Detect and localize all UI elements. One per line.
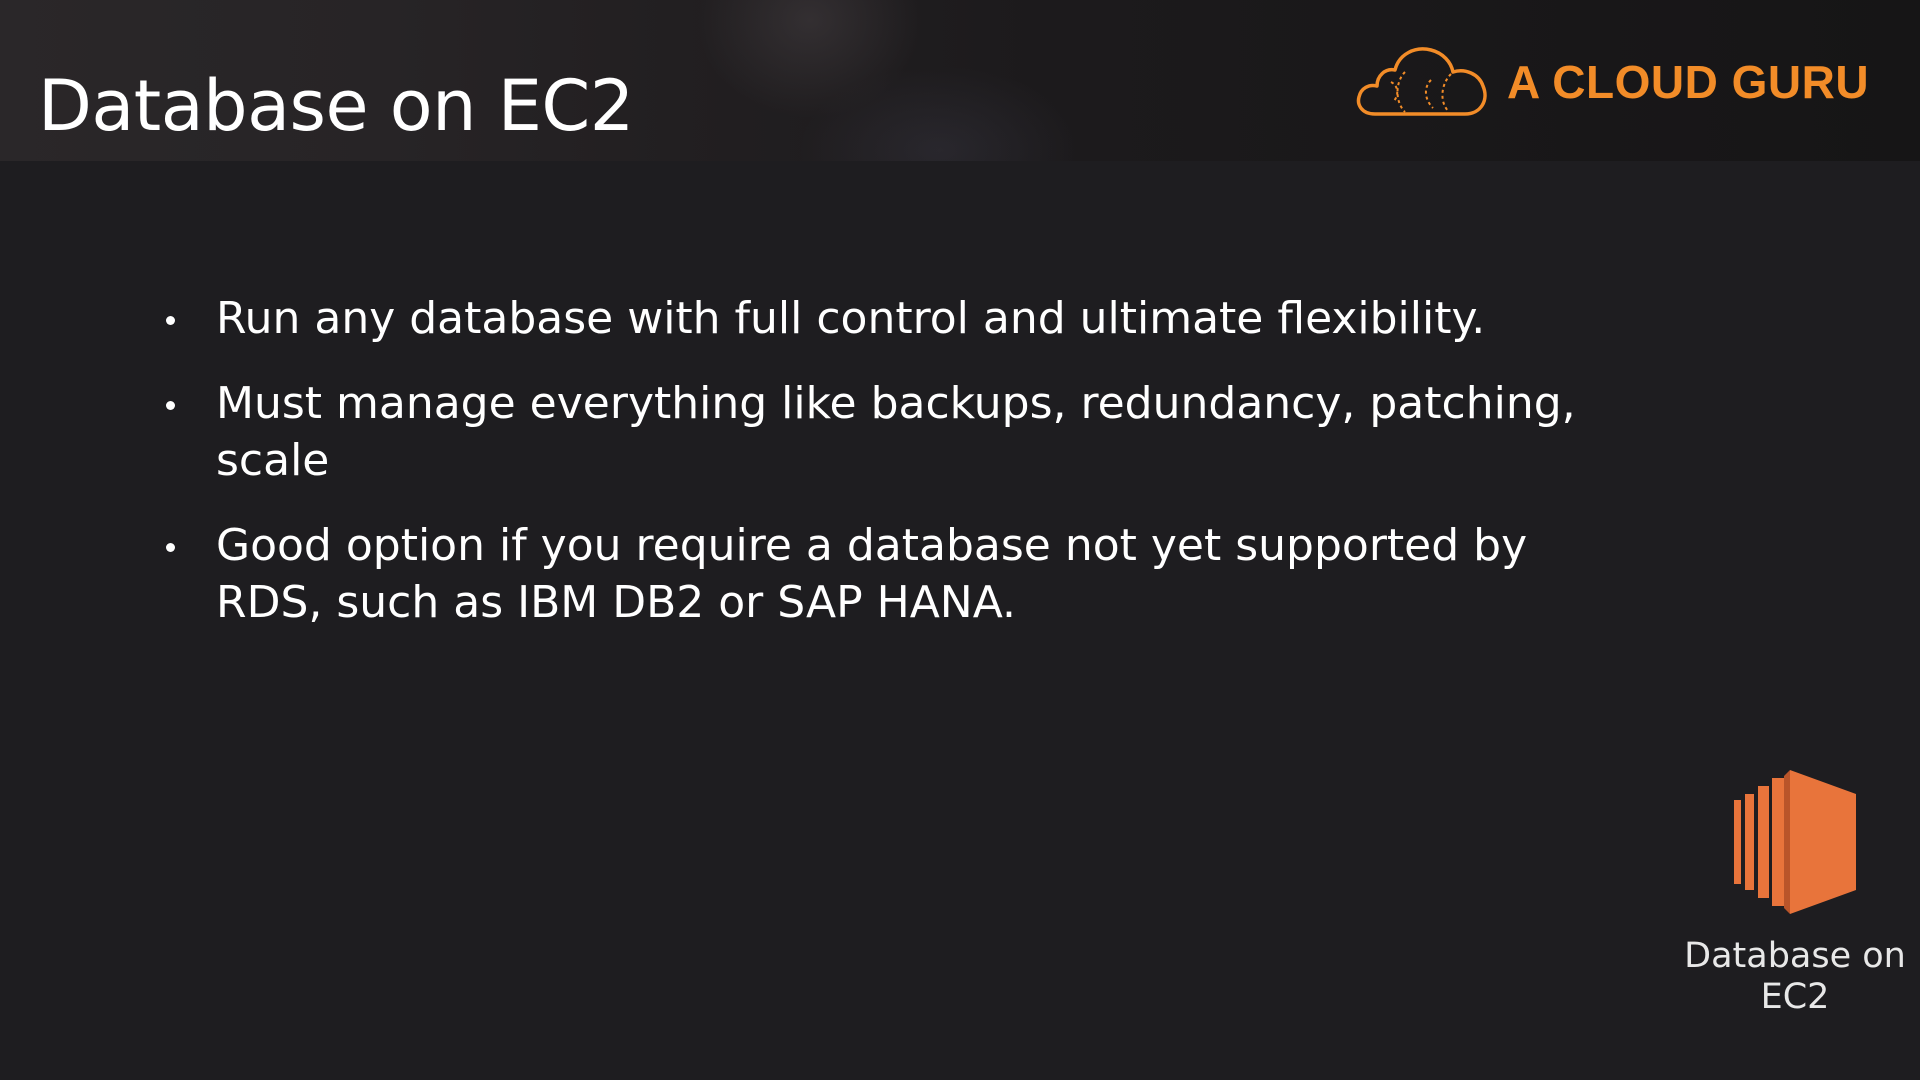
service-label: Database on EC2 <box>1684 936 1906 1017</box>
service-tile: Database on EC2 <box>1680 770 1910 1018</box>
bullet-dot-icon <box>166 401 175 410</box>
bullet-text: Run any database with full control and u… <box>216 293 1486 344</box>
bullet-text: Good option if you require a database no… <box>216 520 1528 628</box>
ec2-icon <box>1734 770 1856 914</box>
bullet-item: Good option if you require a database no… <box>160 517 1600 631</box>
slide: Database on EC2 A CLOUD GURU Run any dat… <box>0 0 1920 1080</box>
bullet-list: Run any database with full control and u… <box>160 290 1600 659</box>
slide-title: Database on EC2 <box>38 65 634 147</box>
bullet-text: Must manage everything like backups, red… <box>216 378 1576 486</box>
bullet-dot-icon <box>166 543 175 552</box>
bullet-dot-icon <box>166 316 175 325</box>
logo-text: A CLOUD GURU <box>1507 56 1870 108</box>
bullet-item: Run any database with full control and u… <box>160 290 1600 347</box>
header-bar: Database on EC2 A CLOUD GURU <box>0 0 1920 161</box>
presenter-video-background <box>560 0 1120 161</box>
bullet-item: Must manage everything like backups, red… <box>160 375 1600 489</box>
a-cloud-guru-logo: A CLOUD GURU <box>1355 38 1869 126</box>
cloud-icon <box>1356 47 1487 116</box>
